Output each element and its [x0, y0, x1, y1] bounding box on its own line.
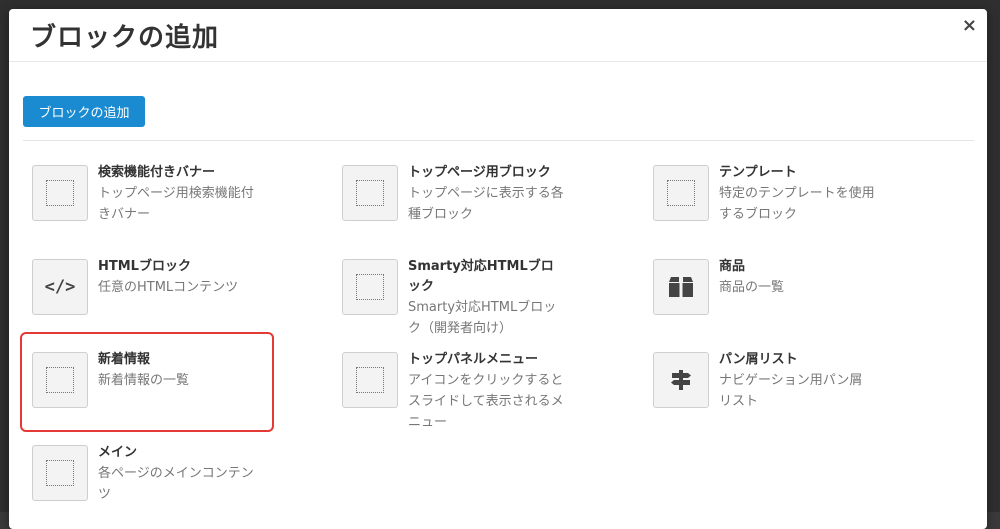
block-description: 特定のテンプレートを使用するブロック — [719, 186, 875, 222]
block-description: 新着情報の一覧 — [98, 373, 190, 388]
block-description: アイコンをクリックするとスライドして表示されるメニュー — [408, 373, 564, 430]
block-description: トップページに表示する各種ブロック — [408, 186, 564, 222]
block-title: テンプレート — [719, 165, 797, 180]
block-item-news[interactable]: 新着情報 新着情報の一覧 — [32, 352, 332, 440]
block-title: メイン — [98, 445, 138, 460]
dotted-square-icon — [342, 352, 398, 408]
block-item-search-banner[interactable]: 検索機能付きバナー トップページ用検索機能付きバナー — [32, 165, 332, 253]
block-description: Smarty対応HTMLブロック（開発者向け） — [408, 300, 557, 336]
add-block-modal: ブロックの追加 × ブロックの追加 検索機能付きバナー トップページ用検索機能付… — [9, 9, 987, 529]
block-title: Smarty対応HTMLブロック — [408, 259, 554, 294]
block-title: トップページ用ブロック — [408, 165, 551, 180]
block-description: トップページ用検索機能付きバナー — [98, 186, 254, 222]
dotted-square-icon — [32, 445, 88, 501]
modal-header: ブロックの追加 × — [9, 9, 987, 62]
signpost-icon — [653, 352, 709, 408]
block-title: パン屑リスト — [719, 352, 798, 367]
dotted-square-icon — [32, 352, 88, 408]
block-item-breadcrumb[interactable]: パン屑リスト ナビゲーション用パン屑リスト — [653, 352, 953, 440]
block-item-products[interactable]: 商品 商品の一覧 — [653, 259, 953, 347]
block-description: 各ページのメインコンテンツ — [98, 466, 254, 502]
dotted-square-icon — [32, 165, 88, 221]
block-title: 検索機能付きバナー — [98, 165, 216, 180]
block-title: トップパネルメニュー — [408, 352, 539, 367]
block-item-smarty-html-block[interactable]: Smarty対応HTMLブロック Smarty対応HTMLブロック（開発者向け） — [342, 259, 642, 347]
block-item-template[interactable]: テンプレート 特定のテンプレートを使用するブロック — [653, 165, 953, 253]
block-description: 商品の一覧 — [719, 280, 785, 295]
block-item-top-page-block[interactable]: トップページ用ブロック トップページに表示する各種ブロック — [342, 165, 642, 253]
block-item-html-block[interactable]: </> HTMLブロック 任意のHTMLコンテンツ — [32, 259, 332, 347]
close-icon[interactable]: × — [962, 15, 977, 36]
block-item-top-panel-menu[interactable]: トップパネルメニュー アイコンをクリックするとスライドして表示されるメニュー — [342, 352, 642, 440]
code-icon: </> — [32, 259, 88, 315]
block-title: 商品 — [719, 259, 746, 274]
block-description: ナビゲーション用パン屑リスト — [719, 373, 863, 409]
box-icon — [653, 259, 709, 315]
block-item-main[interactable]: メイン 各ページのメインコンテンツ — [32, 445, 332, 529]
dotted-square-icon — [342, 259, 398, 315]
block-title: 新着情報 — [98, 352, 151, 367]
divider — [23, 140, 974, 141]
block-description: 任意のHTMLコンテンツ — [98, 280, 239, 295]
dotted-square-icon — [653, 165, 709, 221]
dotted-square-icon — [342, 165, 398, 221]
modal-title: ブロックの追加 — [30, 23, 220, 53]
block-title: HTMLブロック — [98, 259, 191, 274]
add-block-button[interactable]: ブロックの追加 — [23, 96, 145, 127]
